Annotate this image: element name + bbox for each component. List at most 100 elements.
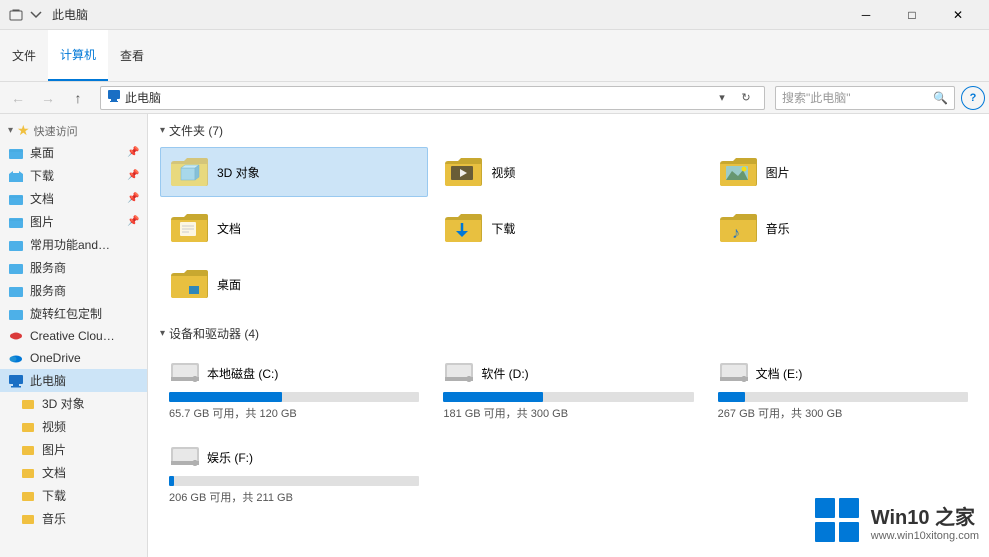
drive-e-icon [718, 357, 750, 389]
sidebar-item-onedrive[interactable]: OneDrive [0, 347, 147, 369]
sidebar-item-music[interactable]: 音乐 [0, 507, 147, 530]
ribbon: 文件 计算机 查看 [0, 30, 989, 82]
sidebar-item-documents[interactable]: 文档 📌 [0, 187, 147, 210]
sidebar-item-video[interactable]: 视频 [0, 415, 147, 438]
address-bar[interactable]: 此电脑 ▾ ↻ [100, 86, 765, 110]
folder-video-label: 视频 [491, 164, 515, 181]
sidebar-downloads-label: 下载 [30, 167, 54, 184]
downloads-folder-icon2 [443, 210, 483, 246]
quick-access-header[interactable]: ▾ ★ 快速访问 [0, 118, 147, 141]
folder-item-documents[interactable]: 文档 [160, 203, 428, 253]
folder-item-video[interactable]: 视频 [434, 147, 702, 197]
drive-item-f[interactable]: 娱乐 (F:) 206 GB 可用，共 211 GB [160, 434, 428, 512]
drive-c-label: 本地磁盘 (C:) [207, 365, 278, 382]
watermark: Win10 之家 www.win10xitong.com [813, 496, 979, 547]
common-folder-icon [8, 237, 24, 253]
drive-item-d[interactable]: 软件 (D:) 181 GB 可用，共 300 GB [434, 350, 702, 428]
content-area: ▾ 文件夹 (7) [148, 114, 989, 557]
folder-3d-label: 3D 对象 [217, 164, 260, 181]
folders-section-header[interactable]: ▾ 文件夹 (7) [160, 122, 977, 139]
search-placeholder: 搜索"此电脑" [782, 89, 929, 106]
downloads-pin-icon: 📌 [127, 170, 139, 182]
folders-grid: 3D 对象 视频 [160, 147, 977, 309]
sidebar-item-downloads[interactable]: 下载 📌 [0, 164, 147, 187]
forward-button[interactable]: → [34, 84, 62, 112]
sidebar-this-pc-label: 此电脑 [30, 372, 66, 389]
sidebar-item-creative-cloud[interactable]: Creative Cloud F [0, 325, 147, 347]
desktop-folder-icon [8, 145, 24, 161]
sidebar: ▾ ★ 快速访问 桌面 📌 下载 📌 文档 📌 [0, 114, 148, 557]
drive-d-icon [443, 357, 475, 389]
tab-file[interactable]: 文件 [0, 30, 48, 81]
folder-documents-label: 文档 [217, 220, 241, 237]
drive-d-bar-fill [443, 392, 543, 402]
search-box[interactable]: 搜索"此电脑" 🔍 [775, 86, 955, 110]
sidebar-item-pictures[interactable]: 图片 📌 [0, 210, 147, 233]
documents-folder-icon2 [169, 210, 209, 246]
drive-item-e[interactable]: 文档 (E:) 267 GB 可用，共 300 GB [709, 350, 977, 428]
sidebar-item-desktop[interactable]: 桌面 📌 [0, 141, 147, 164]
folder-item-pictures[interactable]: 图片 [709, 147, 977, 197]
drive-e-bar-fill [718, 392, 746, 402]
creative-cloud-icon [8, 328, 24, 344]
downloads-folder-icon [8, 168, 24, 184]
up-button[interactable]: ↑ [64, 84, 92, 112]
music-folder-icon: ♪ [718, 210, 758, 246]
title-controls: ─ □ ✕ [843, 0, 981, 30]
sidebar-item-service2[interactable]: 服务商 [0, 279, 147, 302]
sidebar-service2-label: 服务商 [30, 282, 66, 299]
sidebar-item-spin[interactable]: 旋转红包定制 [0, 302, 147, 325]
drive-d-label: 软件 (D:) [481, 365, 528, 382]
folder-item-music[interactable]: ♪ 音乐 [709, 203, 977, 253]
back-button[interactable]: ← [4, 84, 32, 112]
close-button[interactable]: ✕ [935, 0, 981, 30]
drive-e-label: 文档 (E:) [756, 365, 803, 382]
sidebar-item-downloads2[interactable]: 下载 [0, 484, 147, 507]
quick-access-star-icon: ★ [17, 122, 30, 139]
search-icon: 🔍 [933, 91, 948, 105]
folder-item-3d[interactable]: 3D 对象 [160, 147, 428, 197]
address-refresh-button[interactable]: ↻ [734, 87, 758, 109]
folder-item-desktop[interactable]: 桌面 [160, 259, 428, 309]
drive-c-bar-bg [169, 392, 419, 402]
maximize-button[interactable]: □ [889, 0, 935, 30]
address-text: 此电脑 [125, 89, 710, 106]
sidebar-item-common[interactable]: 常用功能and弹窗 [0, 233, 147, 256]
titlebar-qat-icon2[interactable] [28, 7, 44, 23]
tab-computer[interactable]: 计算机 [48, 30, 108, 81]
quick-access-label: 快速访问 [34, 123, 78, 139]
devices-section-header[interactable]: ▾ 设备和驱动器 (4) [160, 325, 977, 342]
service2-folder-icon [8, 283, 24, 299]
folder-item-downloads[interactable]: 下载 [434, 203, 702, 253]
sidebar-desktop-label: 桌面 [30, 144, 54, 161]
drive-e-info: 267 GB 可用，共 300 GB [718, 405, 968, 421]
watermark-subtitle: www.win10xitong.com [871, 530, 979, 542]
sidebar-item-this-pc[interactable]: 此电脑 [0, 369, 147, 392]
watermark-title: Win10 之家 [871, 501, 979, 530]
drive-c-info: 65.7 GB 可用，共 120 GB [169, 405, 419, 421]
sidebar-item-documents2[interactable]: 文档 [0, 461, 147, 484]
title-bar-icons [8, 7, 44, 23]
music-small-icon [20, 511, 36, 527]
drive-c-icon [169, 357, 201, 389]
titlebar-qat-icon1[interactable] [8, 7, 24, 23]
sidebar-item-service1[interactable]: 服务商 [0, 256, 147, 279]
minimize-button[interactable]: ─ [843, 0, 889, 30]
watermark-text-block: Win10 之家 www.win10xitong.com [871, 501, 979, 542]
sidebar-item-3dobjects[interactable]: 3D 对象 [0, 392, 147, 415]
help-button[interactable]: ? [961, 86, 985, 110]
pictures-folder-icon2 [718, 154, 758, 190]
devices-section-label: 设备和驱动器 (4) [169, 325, 259, 342]
tab-view[interactable]: 查看 [108, 30, 156, 81]
title-bar-title: 此电脑 [52, 6, 88, 23]
documents2-small-icon [20, 465, 36, 481]
address-dropdown-button[interactable]: ▾ [710, 87, 734, 109]
sidebar-pictures2-label: 图片 [42, 441, 66, 458]
sidebar-item-pictures2[interactable]: 图片 [0, 438, 147, 461]
folder-desktop-label: 桌面 [217, 276, 241, 293]
documents-folder-icon [8, 191, 24, 207]
sidebar-spin-label: 旋转红包定制 [30, 305, 102, 322]
drive-item-c[interactable]: 本地磁盘 (C:) 65.7 GB 可用，共 120 GB [160, 350, 428, 428]
folders-arrow-icon: ▾ [160, 125, 165, 136]
3dobjects-small-icon [20, 396, 36, 412]
